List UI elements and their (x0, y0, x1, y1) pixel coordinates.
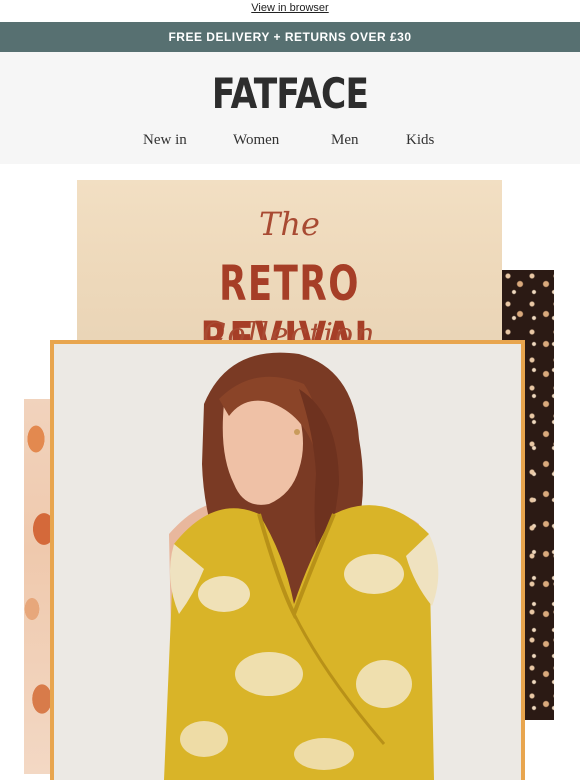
hero-title-panel: The RETRO REVIVAL Collection (77, 180, 502, 368)
nav-item-kids[interactable]: Kids (406, 132, 434, 149)
nav-item-new-in[interactable]: New in (143, 132, 187, 149)
main-nav: New in Women Men Kids (0, 132, 580, 152)
promo-banner[interactable]: FREE DELIVERY + RETURNS OVER £30 (0, 22, 580, 52)
hero-photo-frame (50, 340, 525, 780)
model-illustration (54, 344, 521, 780)
hero-model-photo[interactable] (54, 344, 521, 780)
hero-banner[interactable]: The RETRO REVIVAL Collection (0, 164, 580, 780)
promo-text: FREE DELIVERY + RETURNS OVER £30 (168, 30, 412, 44)
hero-title-the: The (259, 205, 320, 243)
header: FATFACE New in Women Men Kids (0, 52, 580, 164)
view-in-browser-link[interactable]: View in browser (0, 0, 580, 23)
nav-item-women[interactable]: Women (233, 132, 279, 149)
nav-item-men[interactable]: Men (331, 132, 359, 149)
brand-logo[interactable]: FATFACE (52, 68, 528, 120)
